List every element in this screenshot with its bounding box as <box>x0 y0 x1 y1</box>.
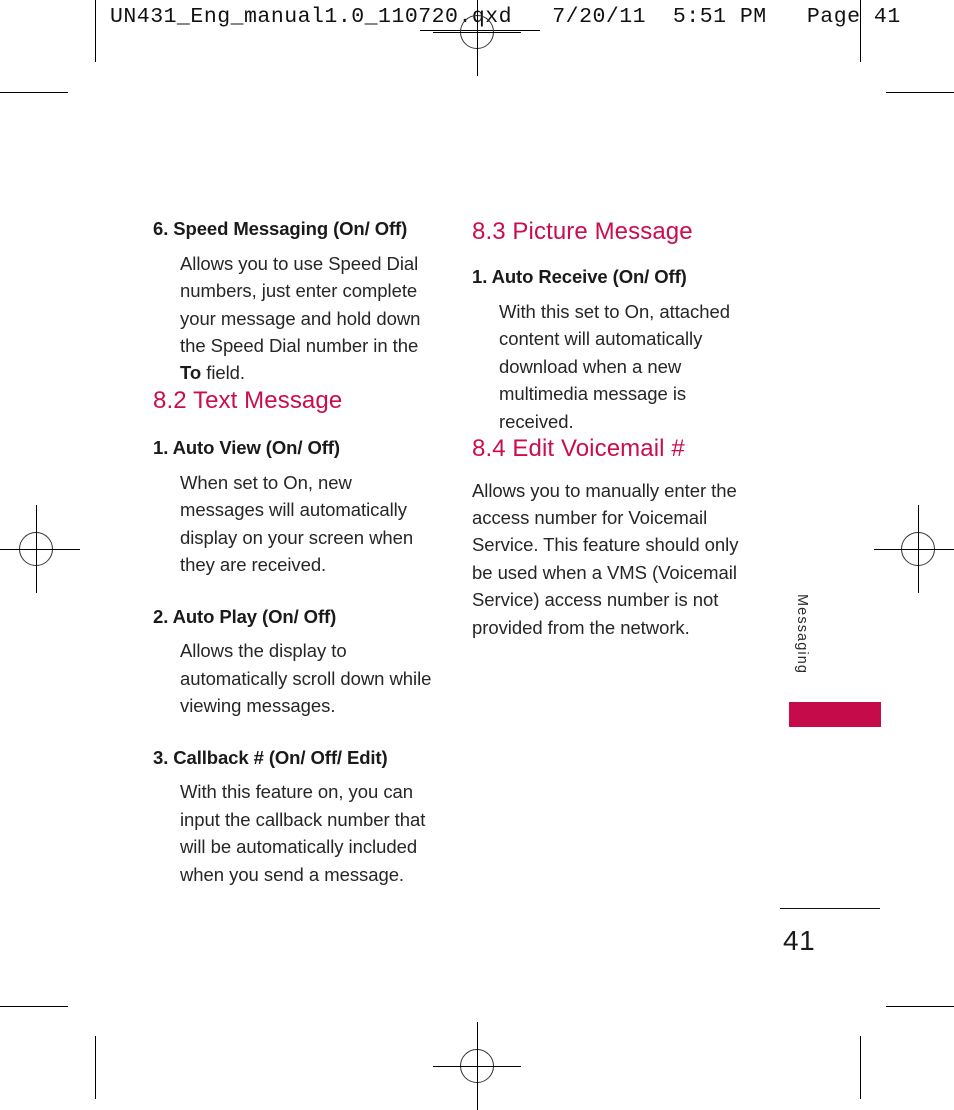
folio-rule <box>780 908 880 909</box>
page-number: 41 <box>783 925 816 956</box>
chapter-thumb-tab <box>789 702 881 727</box>
list-item-title-auto-view: 1. Auto View (On/ Off) <box>153 437 340 459</box>
body-text-bold-to: To <box>180 362 202 384</box>
list-item-body-auto-play: Allows the display to automatically scro… <box>180 640 432 717</box>
manual-page: 6. Speed Messaging (On/ Off) Allows you … <box>0 0 954 1099</box>
body-text-lead: Allows you to use Speed Dial numbers, ju… <box>180 252 421 356</box>
list-item-title-callback: 3. Callback # (On/ Off/ Edit) <box>153 746 388 768</box>
section-heading-8-3: 8.3 Picture Message <box>472 218 693 245</box>
running-head-messaging: Messaging <box>794 594 810 675</box>
list-item-title-speed-messaging: 6. Speed Messaging (On/ Off) <box>153 218 408 239</box>
list-item-body-speed-messaging: Allows you to use Speed Dial numbers, ju… <box>153 250 435 387</box>
list-item-title-auto-play: 2. Auto Play (On/ Off) <box>153 605 337 627</box>
list-item-body-auto-receive: With this set to On, attached content wi… <box>499 300 730 432</box>
list-item-body-auto-view: When set to On, new messages will automa… <box>180 471 414 576</box>
section-body-8-4: Allows you to manually enter the access … <box>472 479 739 638</box>
left-text-column: 6. Speed Messaging (On/ Off) Allows you … <box>153 218 435 888</box>
body-text-tail: field. <box>201 362 246 384</box>
right-text-column: 8.3 Picture Message 1. Auto Receive (On/… <box>472 218 754 641</box>
section-heading-8-4: 8.4 Edit Voicemail # <box>472 435 685 463</box>
list-item-body-callback: With this feature on, you can input the … <box>180 781 426 885</box>
list-item-title-auto-receive: 1. Auto Receive (On/ Off) <box>472 266 687 288</box>
section-heading-8-2: 8.2 Text Message <box>153 386 343 414</box>
